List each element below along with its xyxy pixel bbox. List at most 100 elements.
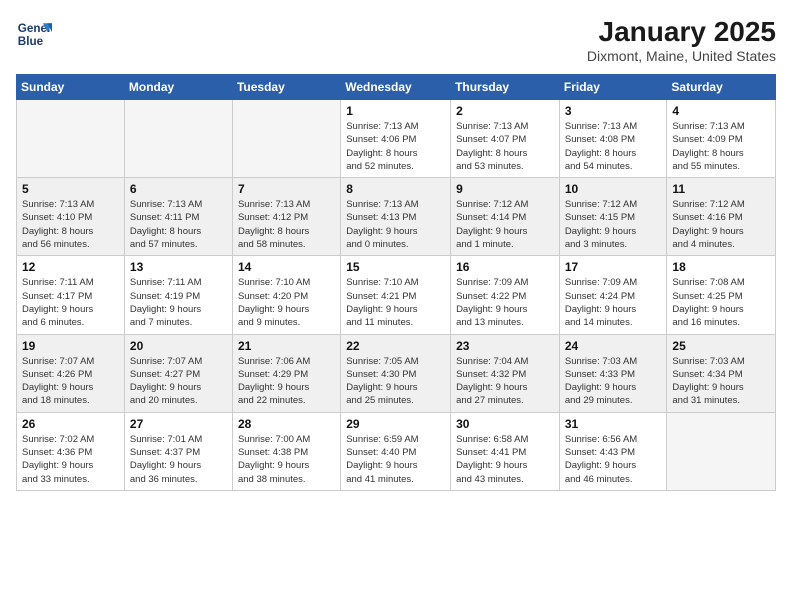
day-number: 29	[346, 417, 445, 431]
day-number: 12	[22, 260, 119, 274]
day-number: 28	[238, 417, 335, 431]
col-saturday: Saturday	[667, 75, 776, 100]
day-number: 8	[346, 182, 445, 196]
calendar-week-row: 12Sunrise: 7:11 AM Sunset: 4:17 PM Dayli…	[17, 256, 776, 334]
table-row: 10 Sunrise: 7:12 AM Sunset: 4:15 PM Dayli…	[559, 178, 667, 256]
title-block: January 2025 Dixmont, Maine, United Stat…	[587, 16, 776, 64]
day-info: Sunrise: 7:12 AM Sunset: 4:14 PM Dayligh…	[456, 198, 554, 251]
table-row: 16Sunrise: 7:09 AM Sunset: 4:22 PM Dayli…	[451, 256, 560, 334]
day-info: Sunrise: 7:11 AM Sunset: 4:19 PM Dayligh…	[130, 276, 227, 329]
day-number: 9	[456, 182, 554, 196]
day-number: 4	[672, 104, 770, 118]
day-number: 19	[22, 339, 119, 353]
col-wednesday: Wednesday	[341, 75, 451, 100]
table-row: 3 Sunrise: 7:13 AM Sunset: 4:08 PM Daylig…	[559, 100, 667, 178]
day-info: Sunrise: 7:06 AM Sunset: 4:29 PM Dayligh…	[238, 355, 335, 408]
table-row: 30 Sunrise: 6:58 AM Sunset: 4:41 PM Dayli…	[451, 412, 560, 490]
day-number: 21	[238, 339, 335, 353]
col-tuesday: Tuesday	[232, 75, 340, 100]
table-row: 14Sunrise: 7:10 AM Sunset: 4:20 PM Dayli…	[232, 256, 340, 334]
day-number: 13	[130, 260, 227, 274]
day-number: 24	[565, 339, 662, 353]
table-row: 22Sunrise: 7:05 AM Sunset: 4:30 PM Dayli…	[341, 334, 451, 412]
table-row: 17 Sunrise: 7:09 AM Sunset: 4:24 PM Dayli…	[559, 256, 667, 334]
table-row: 23 Sunrise: 7:04 AM Sunset: 4:32 PM Dayli…	[451, 334, 560, 412]
table-row: 13 Sunrise: 7:11 AM Sunset: 4:19 PM Dayli…	[124, 256, 232, 334]
calendar-week-row: 26Sunrise: 7:02 AM Sunset: 4:36 PM Dayli…	[17, 412, 776, 490]
day-number: 10	[565, 182, 662, 196]
day-number: 25	[672, 339, 770, 353]
table-row: 20 Sunrise: 7:07 AM Sunset: 4:27 PM Dayli…	[124, 334, 232, 412]
table-row: 6 Sunrise: 7:13 AM Sunset: 4:11 PM Daylig…	[124, 178, 232, 256]
day-info: Sunrise: 7:07 AM Sunset: 4:26 PM Dayligh…	[22, 355, 119, 408]
day-info: Sunrise: 7:12 AM Sunset: 4:15 PM Dayligh…	[565, 198, 662, 251]
table-row: 28 Sunrise: 7:00 AM Sunset: 4:38 PM Dayli…	[232, 412, 340, 490]
day-info: Sunrise: 7:13 AM Sunset: 4:10 PM Dayligh…	[22, 198, 119, 251]
day-number: 23	[456, 339, 554, 353]
calendar: Sunday Monday Tuesday Wednesday Thursday…	[16, 74, 776, 491]
table-row: 19 Sunrise: 7:07 AM Sunset: 4:26 PM Dayli…	[17, 334, 125, 412]
day-number: 6	[130, 182, 227, 196]
day-info: Sunrise: 7:00 AM Sunset: 4:38 PM Dayligh…	[238, 433, 335, 486]
day-info: Sunrise: 7:03 AM Sunset: 4:33 PM Dayligh…	[565, 355, 662, 408]
day-info: Sunrise: 7:03 AM Sunset: 4:34 PM Dayligh…	[672, 355, 770, 408]
day-number: 5	[22, 182, 119, 196]
day-number: 27	[130, 417, 227, 431]
table-row	[124, 100, 232, 178]
logo-icon: General Blue	[16, 16, 52, 52]
day-info: Sunrise: 7:13 AM Sunset: 4:08 PM Dayligh…	[565, 120, 662, 173]
day-number: 16	[456, 260, 554, 274]
table-row: 12Sunrise: 7:11 AM Sunset: 4:17 PM Dayli…	[17, 256, 125, 334]
table-row: 9 Sunrise: 7:12 AM Sunset: 4:14 PM Daylig…	[451, 178, 560, 256]
logo: General Blue	[16, 16, 52, 52]
table-row	[232, 100, 340, 178]
calendar-week-row: 1Sunrise: 7:13 AM Sunset: 4:06 PM Daylig…	[17, 100, 776, 178]
day-number: 7	[238, 182, 335, 196]
table-row	[17, 100, 125, 178]
day-info: Sunrise: 7:13 AM Sunset: 4:11 PM Dayligh…	[130, 198, 227, 251]
page-title: January 2025	[587, 16, 776, 48]
day-number: 20	[130, 339, 227, 353]
day-info: Sunrise: 6:58 AM Sunset: 4:41 PM Dayligh…	[456, 433, 554, 486]
day-number: 26	[22, 417, 119, 431]
table-row: 26Sunrise: 7:02 AM Sunset: 4:36 PM Dayli…	[17, 412, 125, 490]
day-info: Sunrise: 7:13 AM Sunset: 4:06 PM Dayligh…	[346, 120, 445, 173]
table-row: 24 Sunrise: 7:03 AM Sunset: 4:33 PM Dayli…	[559, 334, 667, 412]
day-number: 15	[346, 260, 445, 274]
day-number: 14	[238, 260, 335, 274]
day-number: 11	[672, 182, 770, 196]
day-info: Sunrise: 7:04 AM Sunset: 4:32 PM Dayligh…	[456, 355, 554, 408]
day-info: Sunrise: 7:10 AM Sunset: 4:21 PM Dayligh…	[346, 276, 445, 329]
table-row: 29 Sunrise: 6:59 AM Sunset: 4:40 PM Dayli…	[341, 412, 451, 490]
table-row: 15 Sunrise: 7:10 AM Sunset: 4:21 PM Dayli…	[341, 256, 451, 334]
day-info: Sunrise: 7:13 AM Sunset: 4:09 PM Dayligh…	[672, 120, 770, 173]
day-number: 30	[456, 417, 554, 431]
table-row: 11Sunrise: 7:12 AM Sunset: 4:16 PM Dayli…	[667, 178, 776, 256]
day-info: Sunrise: 7:05 AM Sunset: 4:30 PM Dayligh…	[346, 355, 445, 408]
col-friday: Friday	[559, 75, 667, 100]
table-row: 31Sunrise: 6:56 AM Sunset: 4:43 PM Dayli…	[559, 412, 667, 490]
table-row: 1Sunrise: 7:13 AM Sunset: 4:06 PM Daylig…	[341, 100, 451, 178]
day-info: Sunrise: 7:09 AM Sunset: 4:24 PM Dayligh…	[565, 276, 662, 329]
day-number: 17	[565, 260, 662, 274]
day-info: Sunrise: 7:07 AM Sunset: 4:27 PM Dayligh…	[130, 355, 227, 408]
page-subtitle: Dixmont, Maine, United States	[587, 48, 776, 64]
day-info: Sunrise: 7:01 AM Sunset: 4:37 PM Dayligh…	[130, 433, 227, 486]
day-number: 31	[565, 417, 662, 431]
table-row	[667, 412, 776, 490]
day-number: 2	[456, 104, 554, 118]
col-thursday: Thursday	[451, 75, 560, 100]
day-info: Sunrise: 7:13 AM Sunset: 4:13 PM Dayligh…	[346, 198, 445, 251]
day-info: Sunrise: 6:59 AM Sunset: 4:40 PM Dayligh…	[346, 433, 445, 486]
table-row: 2 Sunrise: 7:13 AM Sunset: 4:07 PM Daylig…	[451, 100, 560, 178]
table-row: 18Sunrise: 7:08 AM Sunset: 4:25 PM Dayli…	[667, 256, 776, 334]
day-number: 18	[672, 260, 770, 274]
col-sunday: Sunday	[17, 75, 125, 100]
col-monday: Monday	[124, 75, 232, 100]
calendar-header-row: Sunday Monday Tuesday Wednesday Thursday…	[17, 75, 776, 100]
day-number: 3	[565, 104, 662, 118]
table-row: 8 Sunrise: 7:13 AM Sunset: 4:13 PM Daylig…	[341, 178, 451, 256]
calendar-week-row: 19 Sunrise: 7:07 AM Sunset: 4:26 PM Dayli…	[17, 334, 776, 412]
table-row: 27 Sunrise: 7:01 AM Sunset: 4:37 PM Dayli…	[124, 412, 232, 490]
day-info: Sunrise: 7:13 AM Sunset: 4:07 PM Dayligh…	[456, 120, 554, 173]
